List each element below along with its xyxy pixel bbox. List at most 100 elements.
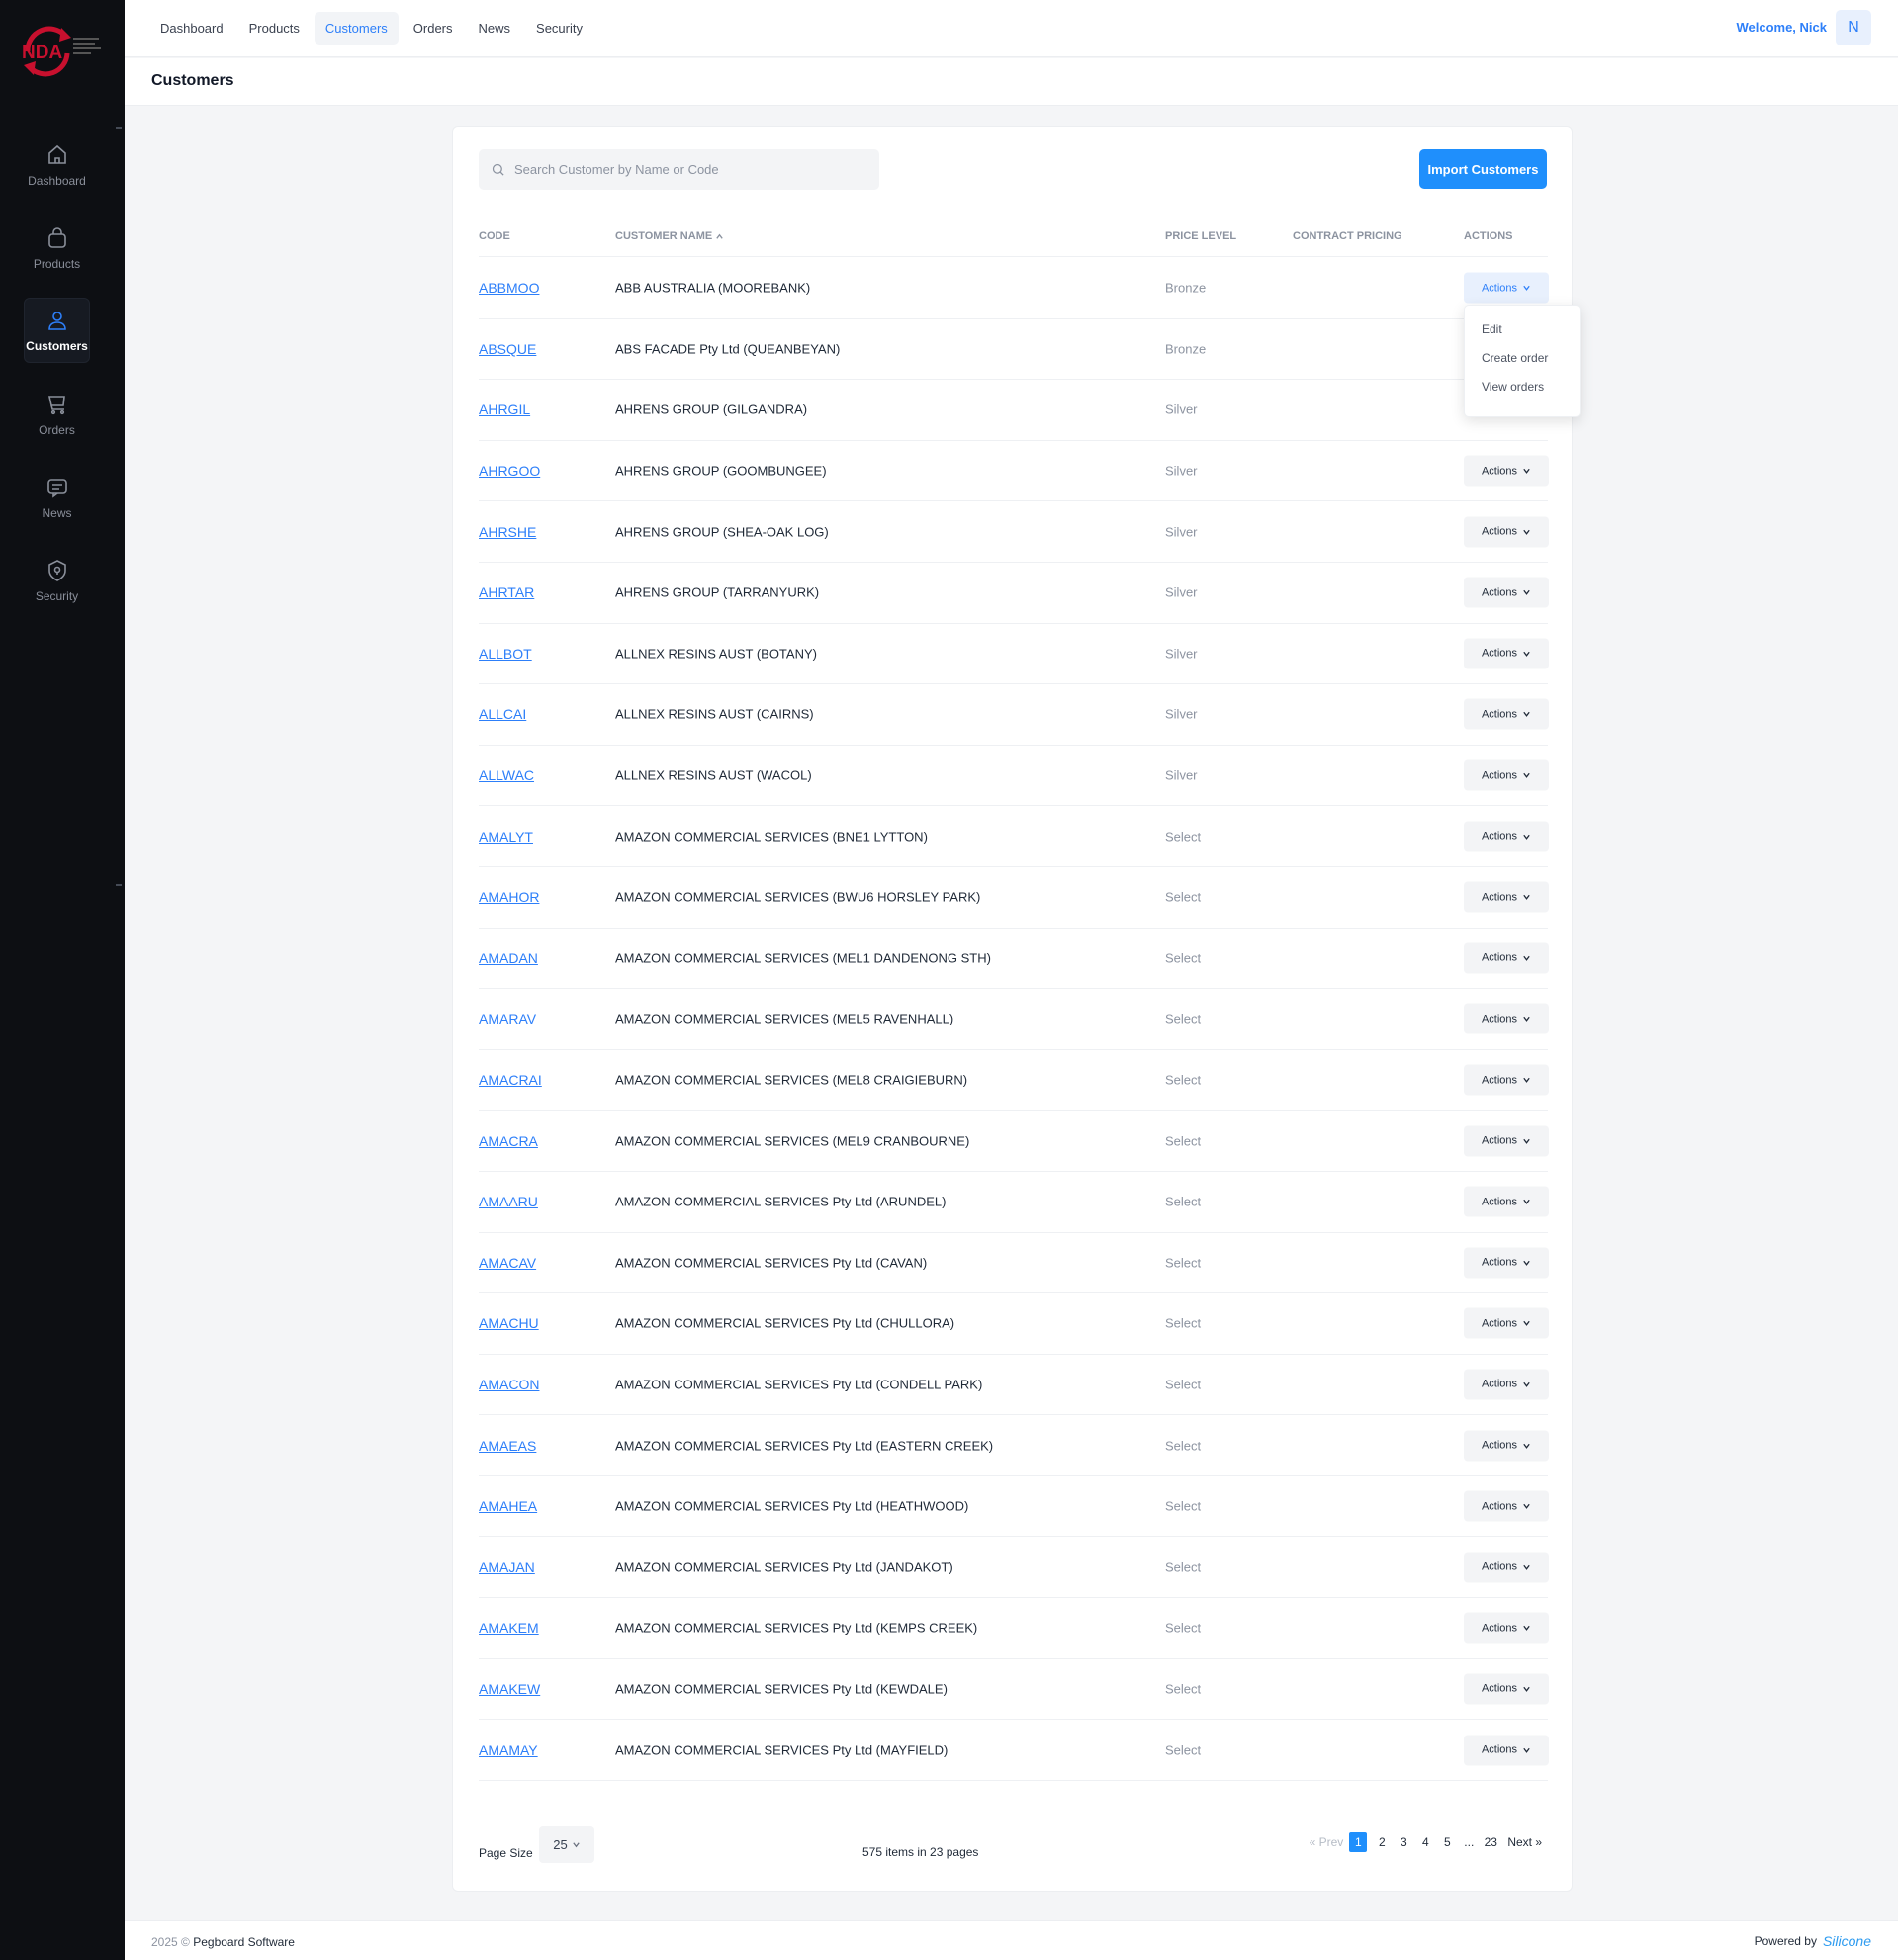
chevron-down-icon	[1523, 834, 1530, 840]
menu-item-edit[interactable]: Edit	[1465, 315, 1580, 344]
header-price-level: PRICE LEVEL	[1165, 230, 1237, 242]
actions-button[interactable]: Actions	[1464, 577, 1549, 608]
actions-button[interactable]: Actions	[1464, 1735, 1549, 1766]
page-button-23[interactable]: 23	[1480, 1832, 1501, 1852]
customer-code-link[interactable]: AMAMAY	[479, 1742, 538, 1758]
customer-code-link[interactable]: AHRGOO	[479, 463, 540, 479]
actions-button[interactable]: Actions	[1464, 1125, 1549, 1157]
actions-button[interactable]: Actions	[1464, 1307, 1549, 1339]
customer-code-link[interactable]: AMAEAS	[479, 1438, 536, 1454]
actions-button[interactable]: Actions	[1464, 881, 1549, 913]
tab-products[interactable]: Products	[238, 12, 311, 45]
sidebar-item-label: Orders	[39, 422, 75, 437]
actions-button[interactable]: Actions	[1464, 821, 1549, 852]
customer-code-link[interactable]: AMARAV	[479, 1011, 536, 1026]
sidebar-item-security[interactable]: Security	[24, 548, 90, 613]
page-button-3[interactable]: 3	[1393, 1832, 1414, 1852]
tab-news[interactable]: News	[468, 12, 522, 45]
actions-button[interactable]: Actions	[1464, 455, 1549, 487]
actions-button[interactable]: Actions	[1464, 759, 1549, 791]
customer-code-link[interactable]: AMACRA	[479, 1133, 538, 1149]
sidebar-item-orders[interactable]: Orders	[24, 382, 90, 447]
actions-button-label: Actions	[1481, 1682, 1518, 1695]
actions-button[interactable]: Actions	[1464, 1064, 1549, 1096]
search-input[interactable]	[514, 162, 870, 177]
price-level: Silver	[1165, 646, 1198, 662]
pagination: « Prev 1 2 3 4 5 ... 23 Next »	[1310, 1832, 1542, 1852]
customer-name: AHRENS GROUP (GOOMBUNGEE)	[615, 463, 827, 479]
sidebar-item-customers[interactable]: Customers	[24, 298, 90, 363]
page-button-1[interactable]: 1	[1349, 1832, 1368, 1852]
actions-button[interactable]: Actions	[1464, 1552, 1549, 1583]
actions-button[interactable]: Actions	[1464, 638, 1549, 669]
actions-button[interactable]: Actions	[1464, 1003, 1549, 1034]
next-page-button[interactable]: Next »	[1507, 1832, 1542, 1852]
avatar[interactable]: N	[1836, 10, 1871, 45]
page-title: Customers	[151, 72, 234, 89]
actions-button[interactable]: Actions	[1464, 272, 1549, 304]
actions-button[interactable]: Actions	[1464, 1247, 1549, 1279]
customer-code-link[interactable]: AMACHU	[479, 1315, 539, 1331]
actions-button[interactable]: Actions	[1464, 1490, 1549, 1522]
silicone-logo[interactable]: Silicone	[1823, 1933, 1871, 1949]
actions-button[interactable]: Actions	[1464, 1612, 1549, 1644]
import-customers-button[interactable]: Import Customers	[1419, 149, 1547, 189]
actions-button[interactable]: Actions	[1464, 942, 1549, 974]
table-row: AMAMAY AMAZON COMMERCIAL SERVICES Pty Ltd…	[479, 1720, 1549, 1781]
actions-button[interactable]: Actions	[1464, 516, 1549, 548]
customer-code-link[interactable]: ALLBOT	[479, 646, 532, 662]
customer-code-link[interactable]: AMADAN	[479, 950, 538, 966]
customer-code-link[interactable]: AHRGIL	[479, 401, 530, 417]
customer-code-link[interactable]: ABBMOO	[479, 280, 539, 296]
brand-logo[interactable]: NDA	[18, 22, 109, 81]
page-size-select[interactable]: 25	[539, 1826, 594, 1863]
tab-security[interactable]: Security	[525, 12, 593, 45]
header-contract-pricing: CONTRACT PRICING	[1293, 230, 1402, 242]
tab-dashboard[interactable]: Dashboard	[149, 12, 234, 45]
price-level: Select	[1165, 1072, 1202, 1088]
actions-button[interactable]: Actions	[1464, 1673, 1549, 1705]
page-button-5[interactable]: 5	[1436, 1832, 1458, 1852]
header-customer-name[interactable]: CUSTOMER NAME	[615, 230, 724, 242]
menu-item-create-order[interactable]: Create order	[1465, 344, 1580, 373]
price-level: Silver	[1165, 463, 1198, 479]
page-button-2[interactable]: 2	[1371, 1832, 1393, 1852]
top-nav: Dashboard Products Customers Orders News…	[149, 12, 593, 45]
sidebar-item-products[interactable]: Products	[24, 216, 90, 281]
price-level: Select	[1165, 1377, 1202, 1392]
sidebar-item-dashboard[interactable]: Dashboard	[24, 133, 90, 198]
customer-code-link[interactable]: ALLCAI	[479, 706, 526, 722]
customer-code-link[interactable]: AMAKEW	[479, 1681, 540, 1697]
customer-code-link[interactable]: ALLWAC	[479, 767, 534, 783]
customer-code-link[interactable]: AMALYT	[479, 829, 533, 845]
header-code[interactable]: CODE	[479, 230, 510, 242]
customer-code-link[interactable]: AMAHEA	[479, 1498, 537, 1514]
customer-code-link[interactable]: AMAKEM	[479, 1620, 539, 1636]
customer-code-link[interactable]: AMAJAN	[479, 1559, 535, 1575]
powered-by-label: Powered by	[1754, 1934, 1817, 1948]
price-level: Select	[1165, 950, 1202, 966]
actions-button-label: Actions	[1481, 1378, 1518, 1390]
customer-name: ALLNEX RESINS AUST (BOTANY)	[615, 646, 817, 662]
customer-code-link[interactable]: AMAHOR	[479, 889, 539, 905]
prev-page-button[interactable]: « Prev	[1310, 1832, 1344, 1852]
sidebar-item-news[interactable]: News	[24, 465, 90, 530]
actions-button[interactable]: Actions	[1464, 698, 1549, 730]
customer-code-link[interactable]: AMACAV	[479, 1255, 536, 1271]
chevron-down-icon	[1523, 1686, 1530, 1692]
customer-code-link[interactable]: AHRSHE	[479, 524, 536, 540]
price-level: Silver	[1165, 767, 1198, 783]
menu-item-view-orders[interactable]: View orders	[1465, 373, 1580, 401]
page-button-4[interactable]: 4	[1414, 1832, 1436, 1852]
actions-button[interactable]: Actions	[1464, 1430, 1549, 1462]
customer-code-link[interactable]: AMACRAI	[479, 1072, 542, 1088]
customer-code-link[interactable]: AMACON	[479, 1377, 539, 1392]
tab-orders[interactable]: Orders	[403, 12, 464, 45]
customer-code-link[interactable]: AMAARU	[479, 1194, 538, 1209]
customer-code-link[interactable]: ABSQUE	[479, 341, 536, 357]
actions-button[interactable]: Actions	[1464, 1186, 1549, 1217]
customer-code-link[interactable]: AHRTAR	[479, 584, 534, 600]
actions-button[interactable]: Actions	[1464, 1369, 1549, 1400]
search-box[interactable]	[479, 149, 879, 190]
tab-customers[interactable]: Customers	[314, 12, 399, 45]
